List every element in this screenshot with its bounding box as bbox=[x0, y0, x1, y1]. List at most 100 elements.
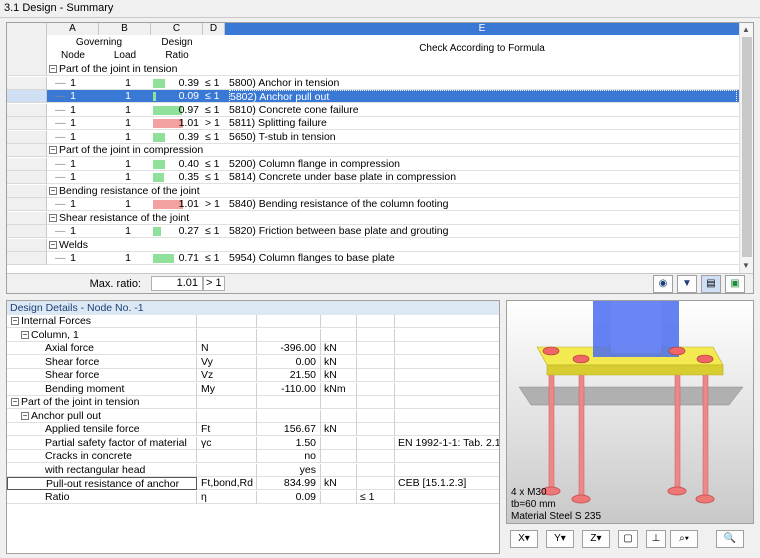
table-row[interactable]: —1 1 0.97 ≤ 1 5810) Concrete cone failure bbox=[7, 103, 739, 117]
scroll-up-icon[interactable]: ▲ bbox=[742, 25, 750, 34]
detail-row[interactable]: Shear force Vz 21.50 kN bbox=[7, 369, 499, 382]
view-z-button[interactable]: Z▾ bbox=[582, 530, 610, 548]
cell-node[interactable]: 1 bbox=[47, 252, 99, 265]
row-header[interactable] bbox=[7, 252, 47, 265]
detail-row[interactable]: Pull-out resistance of anchor Ft,bond,Rd 8… bbox=[7, 477, 499, 490]
row-header[interactable] bbox=[7, 90, 47, 103]
collapse-icon[interactable]: − bbox=[21, 330, 29, 339]
row-header[interactable] bbox=[7, 130, 47, 144]
cell-load[interactable]: 1 bbox=[99, 117, 151, 130]
detail-row[interactable]: − Internal Forces bbox=[7, 315, 499, 328]
row-header[interactable] bbox=[7, 157, 47, 171]
detail-row[interactable]: Shear force Vy 0.00 kN bbox=[7, 355, 499, 369]
row-header[interactable] bbox=[7, 117, 47, 130]
table-row[interactable]: —1 1 0.39 ≤ 1 5800) Anchor in tension bbox=[7, 76, 739, 90]
scroll-thumb[interactable] bbox=[742, 37, 752, 257]
cell-load[interactable]: 1 bbox=[99, 104, 151, 117]
cell-formula[interactable]: 5820) Friction between base plate and gr… bbox=[229, 225, 737, 238]
cell-ratio[interactable]: 0.71 bbox=[151, 252, 201, 265]
cell-ratio[interactable]: 0.39 bbox=[151, 131, 201, 144]
cell-node[interactable]: 1 bbox=[47, 171, 99, 184]
cell-formula[interactable]: 5650) T-stub in tension bbox=[229, 131, 737, 144]
cell-formula[interactable]: 5800) Anchor in tension bbox=[229, 77, 737, 90]
cell-load[interactable]: 1 bbox=[99, 90, 151, 103]
collapse-icon[interactable]: − bbox=[49, 186, 57, 195]
cell-ratio[interactable]: 0.35 bbox=[151, 171, 201, 184]
row-header[interactable] bbox=[7, 171, 47, 184]
col-letter-e[interactable]: E bbox=[225, 23, 739, 35]
detail-row[interactable]: − Part of the joint in tension bbox=[7, 396, 499, 409]
view-y-button[interactable]: Y▾ bbox=[546, 530, 574, 548]
table-row[interactable]: —1 1 0.35 ≤ 1 5814) Concrete under base plat… bbox=[7, 171, 739, 184]
collapse-icon[interactable]: − bbox=[11, 317, 19, 326]
scroll-down-icon[interactable]: ▼ bbox=[742, 261, 750, 270]
detail-row[interactable]: − Anchor pull out bbox=[7, 409, 499, 423]
view-dim-button[interactable]: ⊥ bbox=[646, 530, 666, 548]
detail-row[interactable]: Cracks in concrete no bbox=[7, 450, 499, 463]
table-scrollbar[interactable]: ▲ ▼ bbox=[739, 23, 753, 273]
cell-load[interactable]: 1 bbox=[99, 158, 151, 171]
group-row[interactable]: − Welds bbox=[7, 238, 739, 252]
col-letter-c[interactable]: C bbox=[151, 23, 203, 35]
group-row[interactable]: − Bending resistance of the joint bbox=[7, 184, 739, 198]
detail-row[interactable]: Applied tensile force Ft 156.67 kN bbox=[7, 423, 499, 436]
cell-formula[interactable]: 5954) Column flanges to base plate bbox=[229, 252, 737, 265]
table-row[interactable]: —1 1 0.40 ≤ 1 5200) Column flange in compres… bbox=[7, 157, 739, 171]
cell-formula[interactable]: 5814) Concrete under base plate in compr… bbox=[229, 171, 737, 184]
collapse-icon[interactable]: − bbox=[11, 398, 19, 407]
row-header[interactable] bbox=[7, 103, 47, 117]
table-row[interactable]: —1 1 0.27 ≤ 1 5820) Friction between base pl… bbox=[7, 225, 739, 238]
filter-ratio-button[interactable]: ▼ bbox=[677, 275, 697, 293]
group-row[interactable]: − Part of the joint in compression bbox=[7, 144, 739, 157]
cell-node[interactable]: 1 bbox=[47, 225, 99, 238]
view-iso-button[interactable]: ▢ bbox=[618, 530, 638, 548]
cell-load[interactable]: 1 bbox=[99, 131, 151, 144]
detail-row[interactable]: − Column, 1 bbox=[7, 328, 499, 342]
table-row[interactable]: —1 1 0.71 ≤ 1 5954) Column flanges to base p… bbox=[7, 252, 739, 265]
table-row[interactable]: —1 1 1.01 > 1 5811) Splitting failure bbox=[7, 117, 739, 130]
cell-load[interactable]: 1 bbox=[99, 77, 151, 90]
cell-node[interactable]: 1 bbox=[47, 117, 99, 130]
collapse-icon[interactable]: − bbox=[49, 240, 57, 249]
detail-row[interactable]: with rectangular head yes bbox=[7, 463, 499, 477]
cell-node[interactable]: 1 bbox=[47, 158, 99, 171]
cell-formula[interactable]: 5200) Column flange in compression bbox=[229, 158, 737, 171]
cell-node[interactable]: 1 bbox=[47, 90, 99, 103]
cell-ratio[interactable]: 1.01 bbox=[151, 117, 201, 130]
cell-node[interactable]: 1 bbox=[47, 198, 99, 211]
cell-ratio[interactable]: 0.40 bbox=[151, 158, 201, 171]
group-row[interactable]: − Part of the joint in tension bbox=[7, 63, 739, 76]
ratio-bars-button[interactable]: ▤ bbox=[701, 275, 721, 293]
export-excel-button[interactable]: ▣ bbox=[725, 275, 745, 293]
detail-row[interactable]: Bending moment My -110.00 kNm bbox=[7, 382, 499, 396]
collapse-icon[interactable]: − bbox=[49, 65, 57, 74]
cell-node[interactable]: 1 bbox=[47, 104, 99, 117]
col-letter-d[interactable]: D bbox=[203, 23, 225, 35]
table-row[interactable]: —1 1 0.39 ≤ 1 5650) T-stub in tension bbox=[7, 130, 739, 144]
row-header[interactable] bbox=[7, 76, 47, 90]
cell-formula[interactable]: 5810) Concrete cone failure bbox=[229, 104, 737, 117]
table-row[interactable]: —1 1 1.01 > 1 5840) Bending resistance of th… bbox=[7, 198, 739, 211]
detail-row[interactable]: Axial force N -396.00 kN bbox=[7, 342, 499, 355]
eye-view-button[interactable]: ◉ bbox=[653, 275, 673, 293]
cell-ratio[interactable]: 1.01 bbox=[151, 198, 201, 211]
group-row[interactable]: − Shear resistance of the joint bbox=[7, 211, 739, 225]
cell-ratio[interactable]: 0.39 bbox=[151, 77, 201, 90]
collapse-icon[interactable]: − bbox=[21, 411, 29, 420]
view-x-button[interactable]: X▾ bbox=[510, 530, 538, 548]
table-row[interactable]: —1 1 0.09 ≤ 1 5802) Anchor pull out bbox=[7, 90, 739, 105]
collapse-icon[interactable]: − bbox=[49, 146, 57, 155]
cell-node[interactable]: 1 bbox=[47, 77, 99, 90]
cell-node[interactable]: 1 bbox=[47, 131, 99, 144]
col-letter-a[interactable]: A bbox=[47, 23, 99, 35]
cell-load[interactable]: 1 bbox=[99, 171, 151, 184]
cell-ratio[interactable]: 0.09 bbox=[151, 90, 201, 103]
cell-load[interactable]: 1 bbox=[99, 198, 151, 211]
view-search-button[interactable]: 🔍 bbox=[716, 530, 744, 548]
collapse-icon[interactable]: − bbox=[49, 213, 57, 222]
row-header[interactable] bbox=[7, 225, 47, 238]
view-zoom-button[interactable]: ⌕▾ bbox=[670, 530, 698, 548]
col-letter-b[interactable]: B bbox=[99, 23, 151, 35]
row-header[interactable] bbox=[7, 198, 47, 211]
cell-ratio[interactable]: 0.27 bbox=[151, 225, 201, 238]
